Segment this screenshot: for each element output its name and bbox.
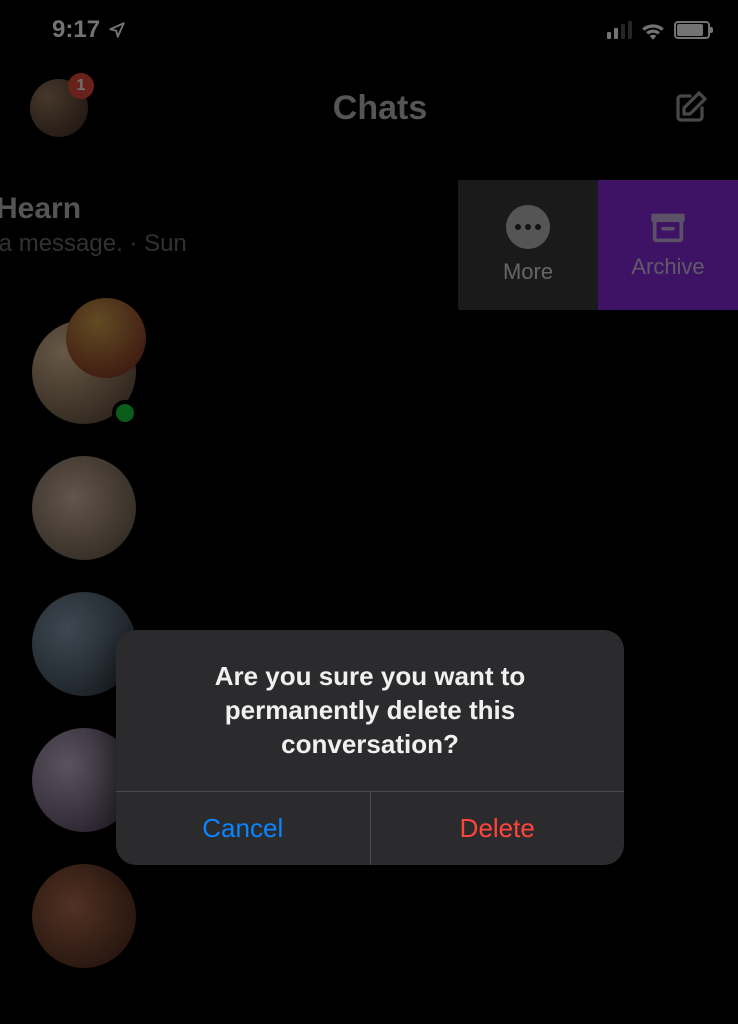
unread-badge: 1 (68, 73, 94, 99)
more-label: More (503, 259, 553, 285)
cellular-signal-icon (607, 21, 632, 39)
app-header: 1 Chats (0, 60, 738, 156)
status-time: 9:17 (52, 16, 100, 44)
compose-icon[interactable] (672, 90, 708, 126)
archive-icon (648, 210, 688, 244)
chat-subtitle: nt a message. · Sun (0, 230, 187, 258)
chat-avatar[interactable] (32, 864, 136, 968)
chat-row-reveal[interactable]: Hearn nt a message. · Sun (0, 192, 187, 258)
wifi-icon (640, 20, 666, 40)
location-arrow-icon (108, 21, 126, 39)
chat-name: Hearn (0, 192, 187, 226)
cancel-button[interactable]: Cancel (116, 792, 370, 865)
archive-label: Archive (631, 254, 704, 280)
page-title: Chats (333, 89, 427, 128)
delete-button[interactable]: Delete (370, 792, 625, 865)
dialog-message: Are you sure you want to permanently del… (116, 630, 624, 791)
my-profile-avatar[interactable]: 1 (30, 79, 88, 137)
archive-button[interactable]: Archive (598, 180, 738, 310)
status-bar: 9:17 (0, 0, 738, 60)
online-indicator (112, 400, 138, 426)
more-icon (506, 205, 550, 249)
chat-avatar[interactable] (32, 456, 136, 560)
chat-avatar[interactable] (32, 320, 136, 424)
swipe-actions: More Archive (458, 180, 738, 310)
battery-icon (674, 21, 710, 39)
more-button[interactable]: More (458, 180, 598, 310)
delete-confirmation-dialog: Are you sure you want to permanently del… (116, 630, 624, 865)
